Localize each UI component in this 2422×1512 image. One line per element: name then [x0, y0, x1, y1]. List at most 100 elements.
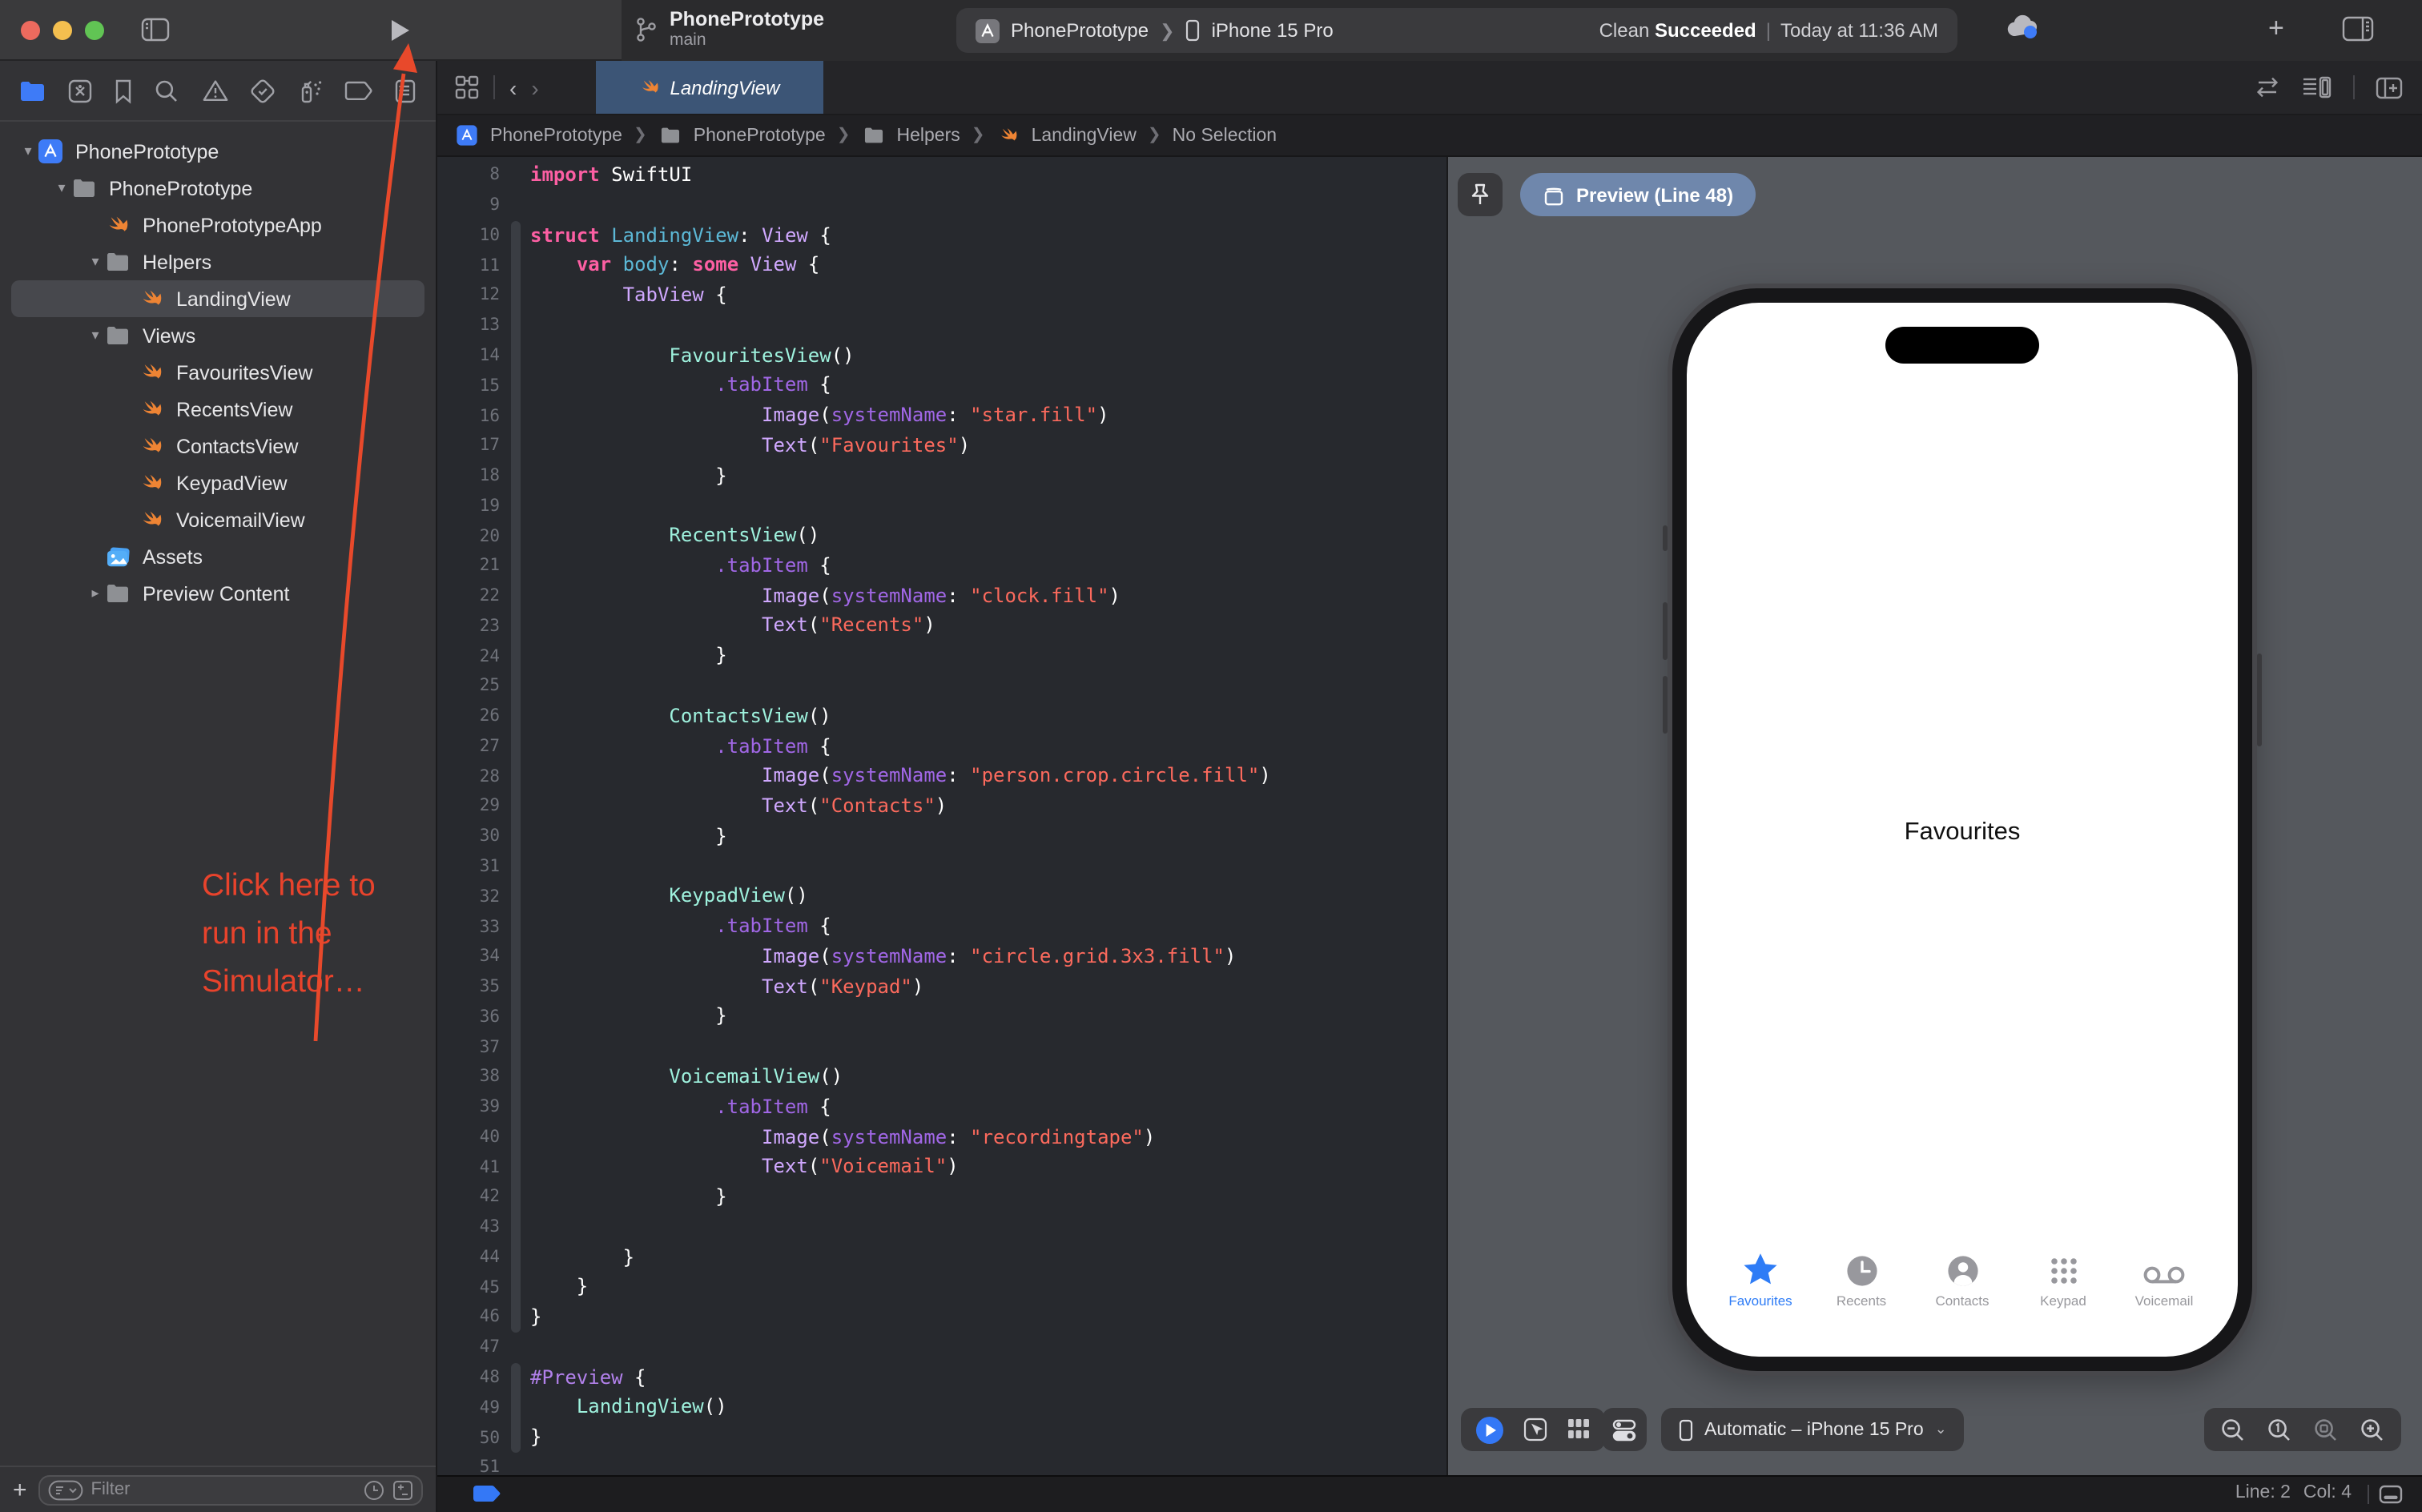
add-file-button[interactable]: +: [13, 1476, 27, 1503]
related-items-icon[interactable]: [455, 75, 479, 99]
tree-row-voicemailview[interactable]: VoicemailView: [11, 501, 424, 538]
breadcrumb-item[interactable]: PhonePrototype: [455, 123, 622, 147]
code-line[interactable]: 16 Image(systemName: "star.fill"): [437, 400, 1446, 431]
fold-ribbon[interactable]: [511, 490, 521, 521]
tree-row-landingview[interactable]: LandingView: [11, 280, 424, 317]
code-line[interactable]: 20 RecentsView(): [437, 521, 1446, 551]
code-line[interactable]: 45 }: [437, 1272, 1446, 1303]
fold-ribbon[interactable]: [511, 280, 521, 311]
add-editor-plus-button[interactable]: +: [2268, 13, 2284, 45]
code-line[interactable]: 24 }: [437, 641, 1446, 672]
fold-ribbon[interactable]: [511, 821, 521, 852]
fold-ribbon[interactable]: [511, 250, 521, 281]
code-line[interactable]: 51: [437, 1453, 1446, 1475]
preview-tab-button[interactable]: Preview (Line 48): [1520, 173, 1756, 216]
code-line[interactable]: 31: [437, 851, 1446, 882]
fold-ribbon[interactable]: [511, 881, 521, 912]
fold-ribbon[interactable]: [511, 941, 521, 972]
fold-ribbon[interactable]: [511, 1333, 521, 1363]
code-line[interactable]: 30 }: [437, 821, 1446, 852]
find-icon[interactable]: [155, 78, 180, 103]
fold-ribbon[interactable]: [511, 671, 521, 702]
code-line[interactable]: 14 FavouritesView(): [437, 340, 1446, 371]
tree-row-favouritesview[interactable]: FavouritesView: [11, 354, 424, 391]
tree-row-views[interactable]: ▾ Views: [11, 317, 424, 354]
toggle-navigator-icon[interactable]: [141, 18, 170, 42]
fold-ribbon[interactable]: [511, 400, 521, 431]
device-settings-button[interactable]: [1602, 1408, 1647, 1451]
run-destination[interactable]: iPhone 15 Pro: [1212, 19, 1334, 42]
fold-ribbon[interactable]: [511, 1302, 521, 1333]
tree-row-preview-content[interactable]: ▸ Preview Content: [11, 575, 424, 612]
tree-row-phoneprototypeapp[interactable]: PhonePrototypeApp: [11, 207, 424, 243]
code-line[interactable]: 19: [437, 490, 1446, 521]
tree-row-phoneprototype[interactable]: ▾ PhonePrototype: [11, 133, 424, 170]
zoom-out-button[interactable]: [2220, 1417, 2246, 1442]
scheme-name[interactable]: PhonePrototype: [1011, 19, 1149, 42]
fold-ribbon[interactable]: [511, 370, 521, 401]
breadcrumb-item[interactable]: LandingView: [996, 123, 1137, 147]
fold-ribbon[interactable]: [511, 1362, 521, 1393]
fold-ribbon[interactable]: [511, 1422, 521, 1453]
fold-ribbon[interactable]: [511, 1453, 521, 1475]
fold-ribbon[interactable]: [511, 550, 521, 581]
code-line[interactable]: 12 TabView {: [437, 280, 1446, 311]
fold-ribbon[interactable]: [511, 1122, 521, 1152]
code-line[interactable]: 25: [437, 671, 1446, 702]
code-line[interactable]: 21 .tabItem {: [437, 550, 1446, 581]
editor-options-icon[interactable]: [2302, 75, 2332, 99]
tree-row-helpers[interactable]: ▾ Helpers: [11, 243, 424, 280]
breadcrumb-item[interactable]: PhonePrototype: [658, 125, 826, 146]
code-line[interactable]: 33 .tabItem {: [437, 911, 1446, 942]
tests-icon[interactable]: [249, 78, 275, 103]
code-line[interactable]: 35 Text("Keypad"): [437, 971, 1446, 1002]
code-line[interactable]: 34 Image(systemName: "circle.grid.3x3.fi…: [437, 941, 1446, 972]
code-line[interactable]: 15 .tabItem {: [437, 370, 1446, 401]
fold-ribbon[interactable]: [511, 430, 521, 461]
code-review-icon[interactable]: [2254, 77, 2281, 98]
fold-ribbon[interactable]: [511, 340, 521, 371]
fold-ribbon[interactable]: [511, 1182, 521, 1212]
fold-ribbon[interactable]: [511, 581, 521, 611]
go-back-icon[interactable]: ‹: [509, 74, 517, 100]
add-editor-split-icon[interactable]: [2376, 76, 2403, 99]
code-line[interactable]: 39 .tabItem {: [437, 1092, 1446, 1122]
phone-tab-keypad[interactable]: Keypad: [2015, 1251, 2111, 1309]
code-line[interactable]: 29 Text("Contacts"): [437, 791, 1446, 822]
code-line[interactable]: 32 KeypadView(): [437, 881, 1446, 912]
code-line[interactable]: 44 }: [437, 1242, 1446, 1273]
code-line[interactable]: 9: [437, 191, 1446, 221]
code-line[interactable]: 26 ContactsView(): [437, 701, 1446, 732]
tree-row-contactsview[interactable]: ContactsView: [11, 428, 424, 464]
fold-ribbon[interactable]: [511, 610, 521, 641]
disclosure-chevron-icon[interactable]: ▾: [85, 327, 106, 344]
fold-ribbon[interactable]: [511, 191, 521, 221]
phone-tab-recents[interactable]: Recents: [1813, 1251, 1909, 1309]
code-line[interactable]: 42 }: [437, 1182, 1446, 1212]
tree-row-recentsview[interactable]: RecentsView: [11, 391, 424, 428]
fold-ribbon[interactable]: [511, 220, 521, 251]
code-line[interactable]: 49 LandingView(): [437, 1392, 1446, 1423]
code-line[interactable]: 17 Text("Favourites"): [437, 430, 1446, 461]
issues-icon[interactable]: [201, 78, 228, 103]
phone-tab-voicemail[interactable]: Voicemail: [2116, 1251, 2212, 1309]
reports-icon[interactable]: [394, 78, 416, 103]
tree-row-keypadview[interactable]: KeypadView: [11, 464, 424, 501]
code-line[interactable]: 13: [437, 310, 1446, 341]
filter-input[interactable]: Filter: [38, 1474, 423, 1505]
zoom-window-button[interactable]: [85, 21, 104, 40]
code-line[interactable]: 11 var body: some View {: [437, 250, 1446, 281]
fold-ribbon[interactable]: [511, 701, 521, 732]
run-button[interactable]: [389, 18, 412, 43]
code-line[interactable]: 22 Image(systemName: "clock.fill"): [437, 581, 1446, 611]
fold-ribbon[interactable]: [511, 1061, 521, 1092]
minimap-toggle-icon[interactable]: [2379, 1485, 2403, 1504]
zoom-actual-size-button[interactable]: [2267, 1417, 2292, 1442]
variants-mode-button[interactable]: [1567, 1418, 1591, 1442]
bookmarks-icon[interactable]: [115, 78, 134, 103]
fold-ribbon[interactable]: [511, 521, 521, 551]
tree-row-phoneprototype[interactable]: ▾ PhonePrototype: [11, 170, 424, 207]
phone-tab-contacts[interactable]: Contacts: [1914, 1251, 2010, 1309]
tab-landingview[interactable]: LandingView: [596, 61, 823, 114]
code-line[interactable]: 28 Image(systemName: "person.crop.circle…: [437, 761, 1446, 792]
